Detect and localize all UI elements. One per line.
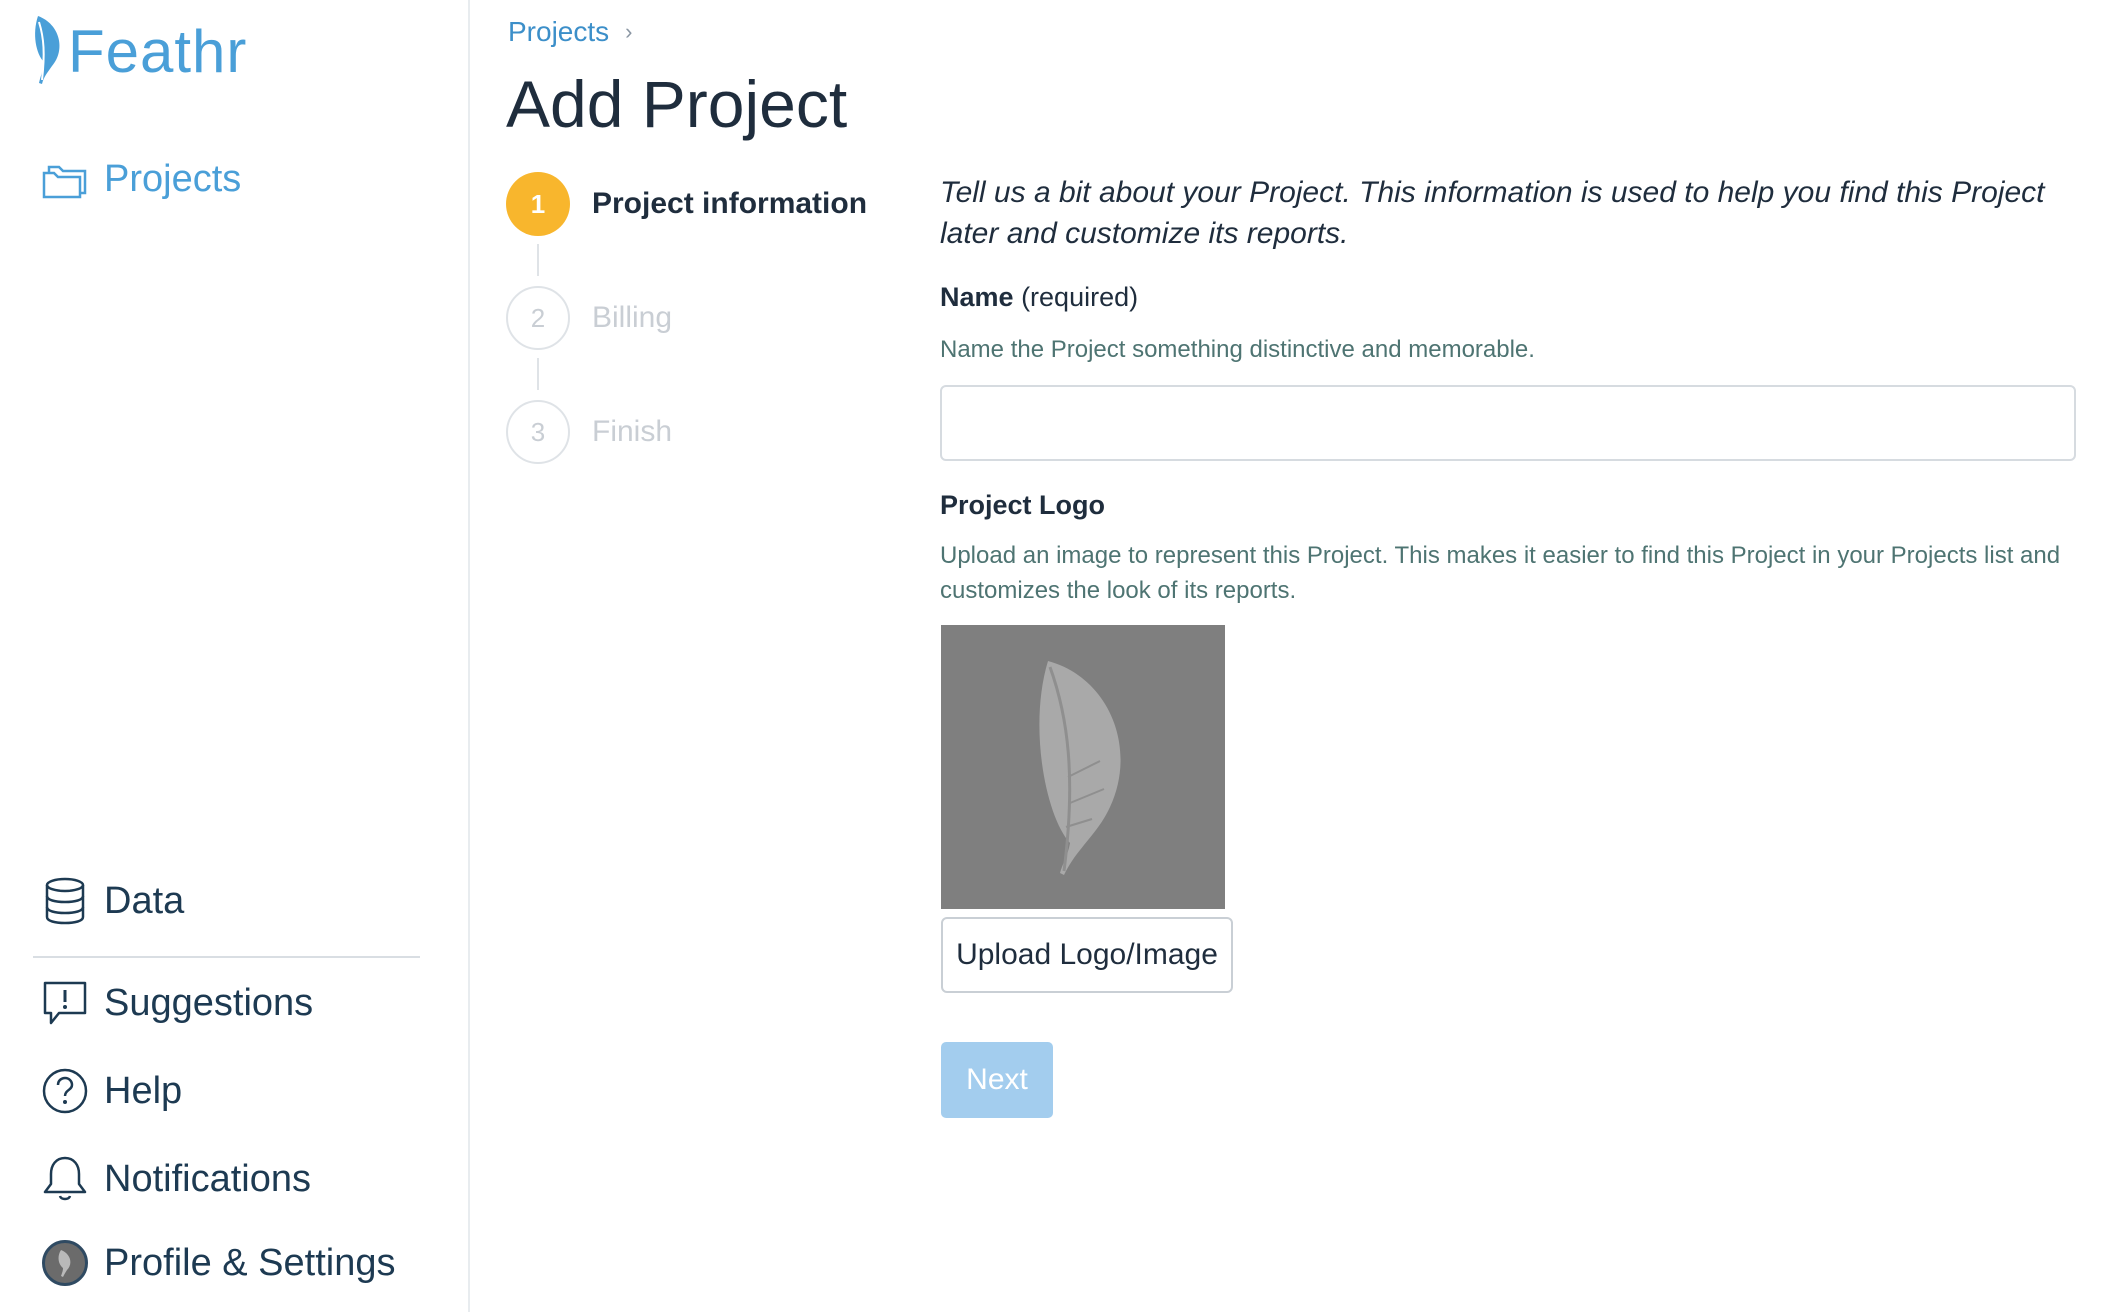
step-number: 1	[506, 172, 570, 236]
sidebar-item-notifications[interactable]: Notifications	[40, 1154, 311, 1204]
name-label-text: Name	[940, 282, 1014, 312]
step-number: 2	[506, 286, 570, 350]
sidebar-item-suggestions[interactable]: Suggestions	[40, 978, 313, 1028]
project-name-input[interactable]	[940, 385, 2076, 461]
feathr-logo[interactable]: Feathr	[32, 14, 247, 90]
name-field-label: Name (required)	[940, 282, 1138, 313]
avatar	[42, 1240, 88, 1286]
sidebar-divider	[33, 956, 420, 958]
upload-logo-button[interactable]: Upload Logo/Image	[941, 917, 1233, 993]
step-project-information: 1 Project information	[506, 172, 867, 236]
sidebar-item-profile-settings[interactable]: Profile & Settings	[40, 1238, 395, 1288]
next-button[interactable]: Next	[941, 1042, 1053, 1118]
breadcrumb: Projects ›	[508, 16, 632, 48]
project-logo-label: Project Logo	[940, 490, 1106, 520]
sidebar-item-label: Help	[104, 1069, 183, 1112]
page-title: Add Project	[506, 67, 848, 141]
step-label: Billing	[592, 301, 673, 334]
database-icon	[40, 876, 90, 926]
breadcrumb-separator: ›	[625, 19, 633, 44]
logo-help-text: Upload an image to represent this Projec…	[940, 542, 2061, 604]
feather-logo-icon	[35, 16, 60, 84]
sidebar-item-label: Profile & Settings	[104, 1241, 396, 1284]
breadcrumb-projects-link[interactable]: Projects	[508, 16, 609, 48]
sidebar-item-help[interactable]: Help	[40, 1066, 182, 1116]
brand-name: Feathr	[68, 18, 248, 85]
step-connector	[537, 358, 539, 390]
form-intro: Tell us a bit about your Project. This i…	[940, 176, 2045, 250]
step-finish: 3 Finish	[506, 400, 672, 464]
step-label: Finish	[592, 415, 673, 448]
sidebar-item-label: Projects	[104, 157, 242, 200]
name-help-text: Name the Project something distinctive a…	[940, 336, 1535, 363]
sidebar-item-label: Suggestions	[104, 981, 314, 1024]
logo-preview	[941, 625, 1225, 909]
question-circle-icon	[40, 1066, 90, 1116]
step-label: Project information	[592, 187, 868, 220]
feather-icon	[1039, 661, 1121, 875]
bell-icon	[40, 1154, 90, 1204]
sidebar-item-projects[interactable]: Projects	[40, 154, 241, 204]
sidebar-item-label: Data	[104, 879, 185, 922]
step-billing: 2 Billing	[506, 286, 672, 350]
sidebar-item-data[interactable]: Data	[40, 876, 184, 926]
step-number: 3	[506, 400, 570, 464]
speech-bubble-exclamation-icon	[40, 978, 90, 1028]
folders-icon	[40, 154, 90, 204]
sidebar: Feathr Projects Data Suggestions Help No…	[0, 0, 470, 1312]
step-connector	[537, 244, 539, 276]
required-qualifier: (required)	[1021, 282, 1139, 312]
sidebar-item-label: Notifications	[104, 1157, 311, 1200]
